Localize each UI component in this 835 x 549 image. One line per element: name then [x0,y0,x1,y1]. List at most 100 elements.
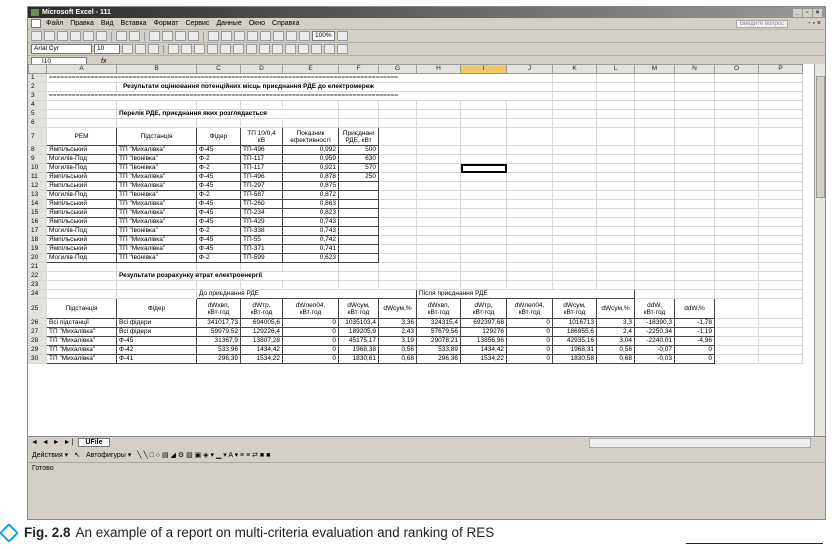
empty-cell[interactable] [378,163,417,173]
row-header[interactable]: 4 [28,100,47,110]
empty-cell[interactable] [378,235,417,245]
row-header[interactable]: 10 [28,163,47,173]
empty-cell[interactable] [416,172,461,182]
empty-cell[interactable] [552,244,597,254]
empty-cell[interactable] [378,244,417,254]
workbook-controls[interactable]: - ▫ × [808,20,821,27]
column-header[interactable]: N [674,64,715,74]
empty-cell[interactable] [758,226,803,236]
empty-cell[interactable] [714,163,759,173]
empty-cell[interactable] [634,226,675,236]
empty-cell[interactable] [758,253,803,263]
empty-cell[interactable] [552,145,597,155]
empty-cell[interactable] [596,208,635,218]
empty-cell[interactable] [506,226,553,236]
empty-cell[interactable] [552,208,597,218]
cut-icon[interactable] [149,31,160,41]
empty-cell[interactable] [378,190,417,200]
column-header-active[interactable]: I [460,64,507,74]
row-header[interactable]: 26 [28,318,47,328]
empty-cell[interactable] [460,226,507,236]
column-header[interactable]: D [240,64,283,74]
empty-cell[interactable] [596,244,635,254]
sort-ascending-icon[interactable] [260,31,271,41]
menu-insert[interactable]: Вставка [121,20,147,27]
row-header[interactable]: 8 [28,145,47,155]
empty-cell[interactable] [758,244,803,254]
row-header[interactable]: 22 [28,271,47,281]
empty-cell[interactable] [596,217,635,227]
menu-view[interactable]: Вид [101,20,114,27]
empty-cell[interactable] [460,208,507,218]
column-header[interactable]: E [282,64,339,74]
empty-cell[interactable] [416,244,461,254]
pointer-icon[interactable]: ↖ [74,451,80,459]
column-header[interactable]: B [116,64,197,74]
column-header[interactable]: M [634,64,675,74]
empty-cell[interactable] [378,253,417,263]
sheet-nav-arrows[interactable]: ◄ ◄ ► ►| [31,439,74,446]
empty-cell[interactable] [506,172,553,182]
empty-cell[interactable] [416,181,461,191]
empty-cell[interactable] [378,145,417,155]
row-header[interactable]: 6 [28,118,47,128]
vertical-scrollbar[interactable] [814,64,825,436]
column-header[interactable]: P [758,64,803,74]
empty-cell[interactable] [758,163,803,173]
empty-cell[interactable] [758,199,803,209]
row-header[interactable]: 14 [28,199,47,209]
empty-cell[interactable] [758,145,803,155]
empty-cell[interactable] [758,172,803,182]
empty-cell[interactable] [758,235,803,245]
empty-cell[interactable] [674,145,715,155]
merge-center-icon[interactable] [207,44,218,54]
align-right-icon[interactable] [194,44,205,54]
research-icon[interactable] [129,31,140,41]
column-header[interactable]: F [338,64,379,74]
empty-cell[interactable] [758,217,803,227]
empty-cell[interactable] [506,235,553,245]
empty-cell[interactable] [506,181,553,191]
empty-cell[interactable] [552,163,597,173]
empty-cell[interactable] [634,253,675,263]
hyperlink-icon[interactable] [234,31,245,41]
empty-cell[interactable] [674,208,715,218]
empty-cell[interactable] [674,226,715,236]
empty-cell[interactable] [596,172,635,182]
empty-cell[interactable] [416,217,461,227]
row-header[interactable]: 11 [28,172,47,182]
empty-cell[interactable] [634,181,675,191]
open-icon[interactable] [44,31,55,41]
menu-file[interactable]: Файл [46,20,63,27]
empty-cell[interactable] [416,154,461,164]
column-header[interactable]: A [46,64,117,74]
empty-cell[interactable] [460,235,507,245]
empty-cell[interactable] [714,253,759,263]
empty-cell[interactable] [714,154,759,164]
row-header[interactable]: 1 [28,73,47,83]
empty-cell[interactable] [506,145,553,155]
empty-cell[interactable] [378,172,417,182]
active-cell[interactable] [460,163,507,173]
save-icon[interactable] [57,31,68,41]
help-icon[interactable] [336,31,348,41]
drawing-icon[interactable] [299,31,310,41]
empty-cell[interactable] [552,253,597,263]
menu-edit[interactable]: Правка [70,20,94,27]
menu-tools[interactable]: Сервис [185,20,209,27]
empty-cell[interactable] [506,190,553,200]
empty-cell[interactable] [506,244,553,254]
empty-cell[interactable] [552,190,597,200]
empty-cell[interactable] [378,199,417,209]
empty-cell[interactable] [506,163,553,173]
empty-cell[interactable] [596,154,635,164]
empty-cell[interactable] [378,226,417,236]
empty-cell[interactable] [416,145,461,155]
empty-cell[interactable] [506,199,553,209]
empty-cell[interactable] [596,163,635,173]
spelling-icon[interactable] [116,31,127,41]
empty-cell[interactable] [674,217,715,227]
empty-cell[interactable] [634,244,675,254]
worksheet-grid[interactable]: A B C D E F G H I J K L M N O P 1 =======… [28,64,825,436]
menu-window[interactable]: Окно [249,20,265,27]
